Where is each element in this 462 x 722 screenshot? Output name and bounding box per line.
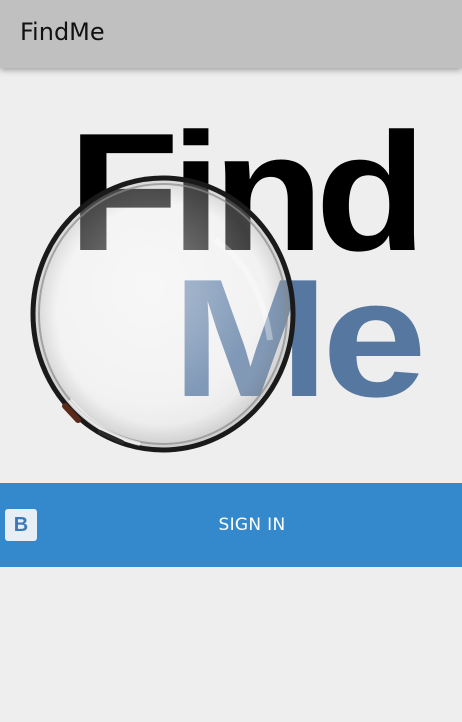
app-title: FindMe (20, 18, 105, 46)
sign-in-label: SIGN IN (218, 515, 286, 535)
sign-in-button[interactable]: B SIGN IN (0, 483, 462, 567)
app-bar: FindMe (0, 0, 462, 68)
magnifying-glass-icon (30, 175, 296, 453)
findme-logo: Find Me (0, 80, 462, 480)
logo-graphic: Find Me (30, 98, 427, 453)
